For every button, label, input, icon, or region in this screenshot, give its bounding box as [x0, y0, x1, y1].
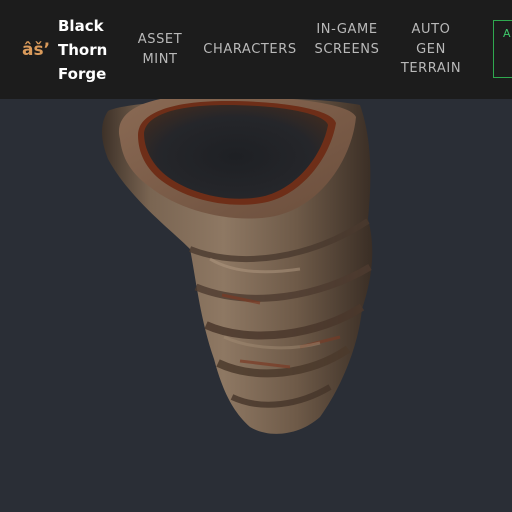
nav-cta-button[interactable]: A S G — [493, 20, 512, 78]
top-navbar: âš’ Black Thorn Forge ASSET MINT CHARACT… — [0, 0, 512, 99]
nav-link-characters[interactable]: CHARACTERS — [202, 40, 298, 60]
log-model-render — [102, 99, 373, 434]
nav-link-asset-mint[interactable]: ASSET MINT — [132, 30, 188, 69]
nav-link-in-game-screens[interactable]: IN-GAME SCREENS — [312, 20, 382, 59]
nav-link-auto-gen-terrain[interactable]: AUTO GEN TERRAIN — [398, 20, 464, 79]
model-viewport[interactable] — [0, 99, 512, 512]
brand-name: Black Thorn Forge — [58, 17, 108, 83]
brand-logo-link[interactable]: âš’ Black Thorn Forge — [22, 14, 114, 86]
hammer-pick-icon: âš’ — [22, 40, 51, 60]
page: âš’ Black Thorn Forge ASSET MINT CHARACT… — [0, 0, 512, 512]
